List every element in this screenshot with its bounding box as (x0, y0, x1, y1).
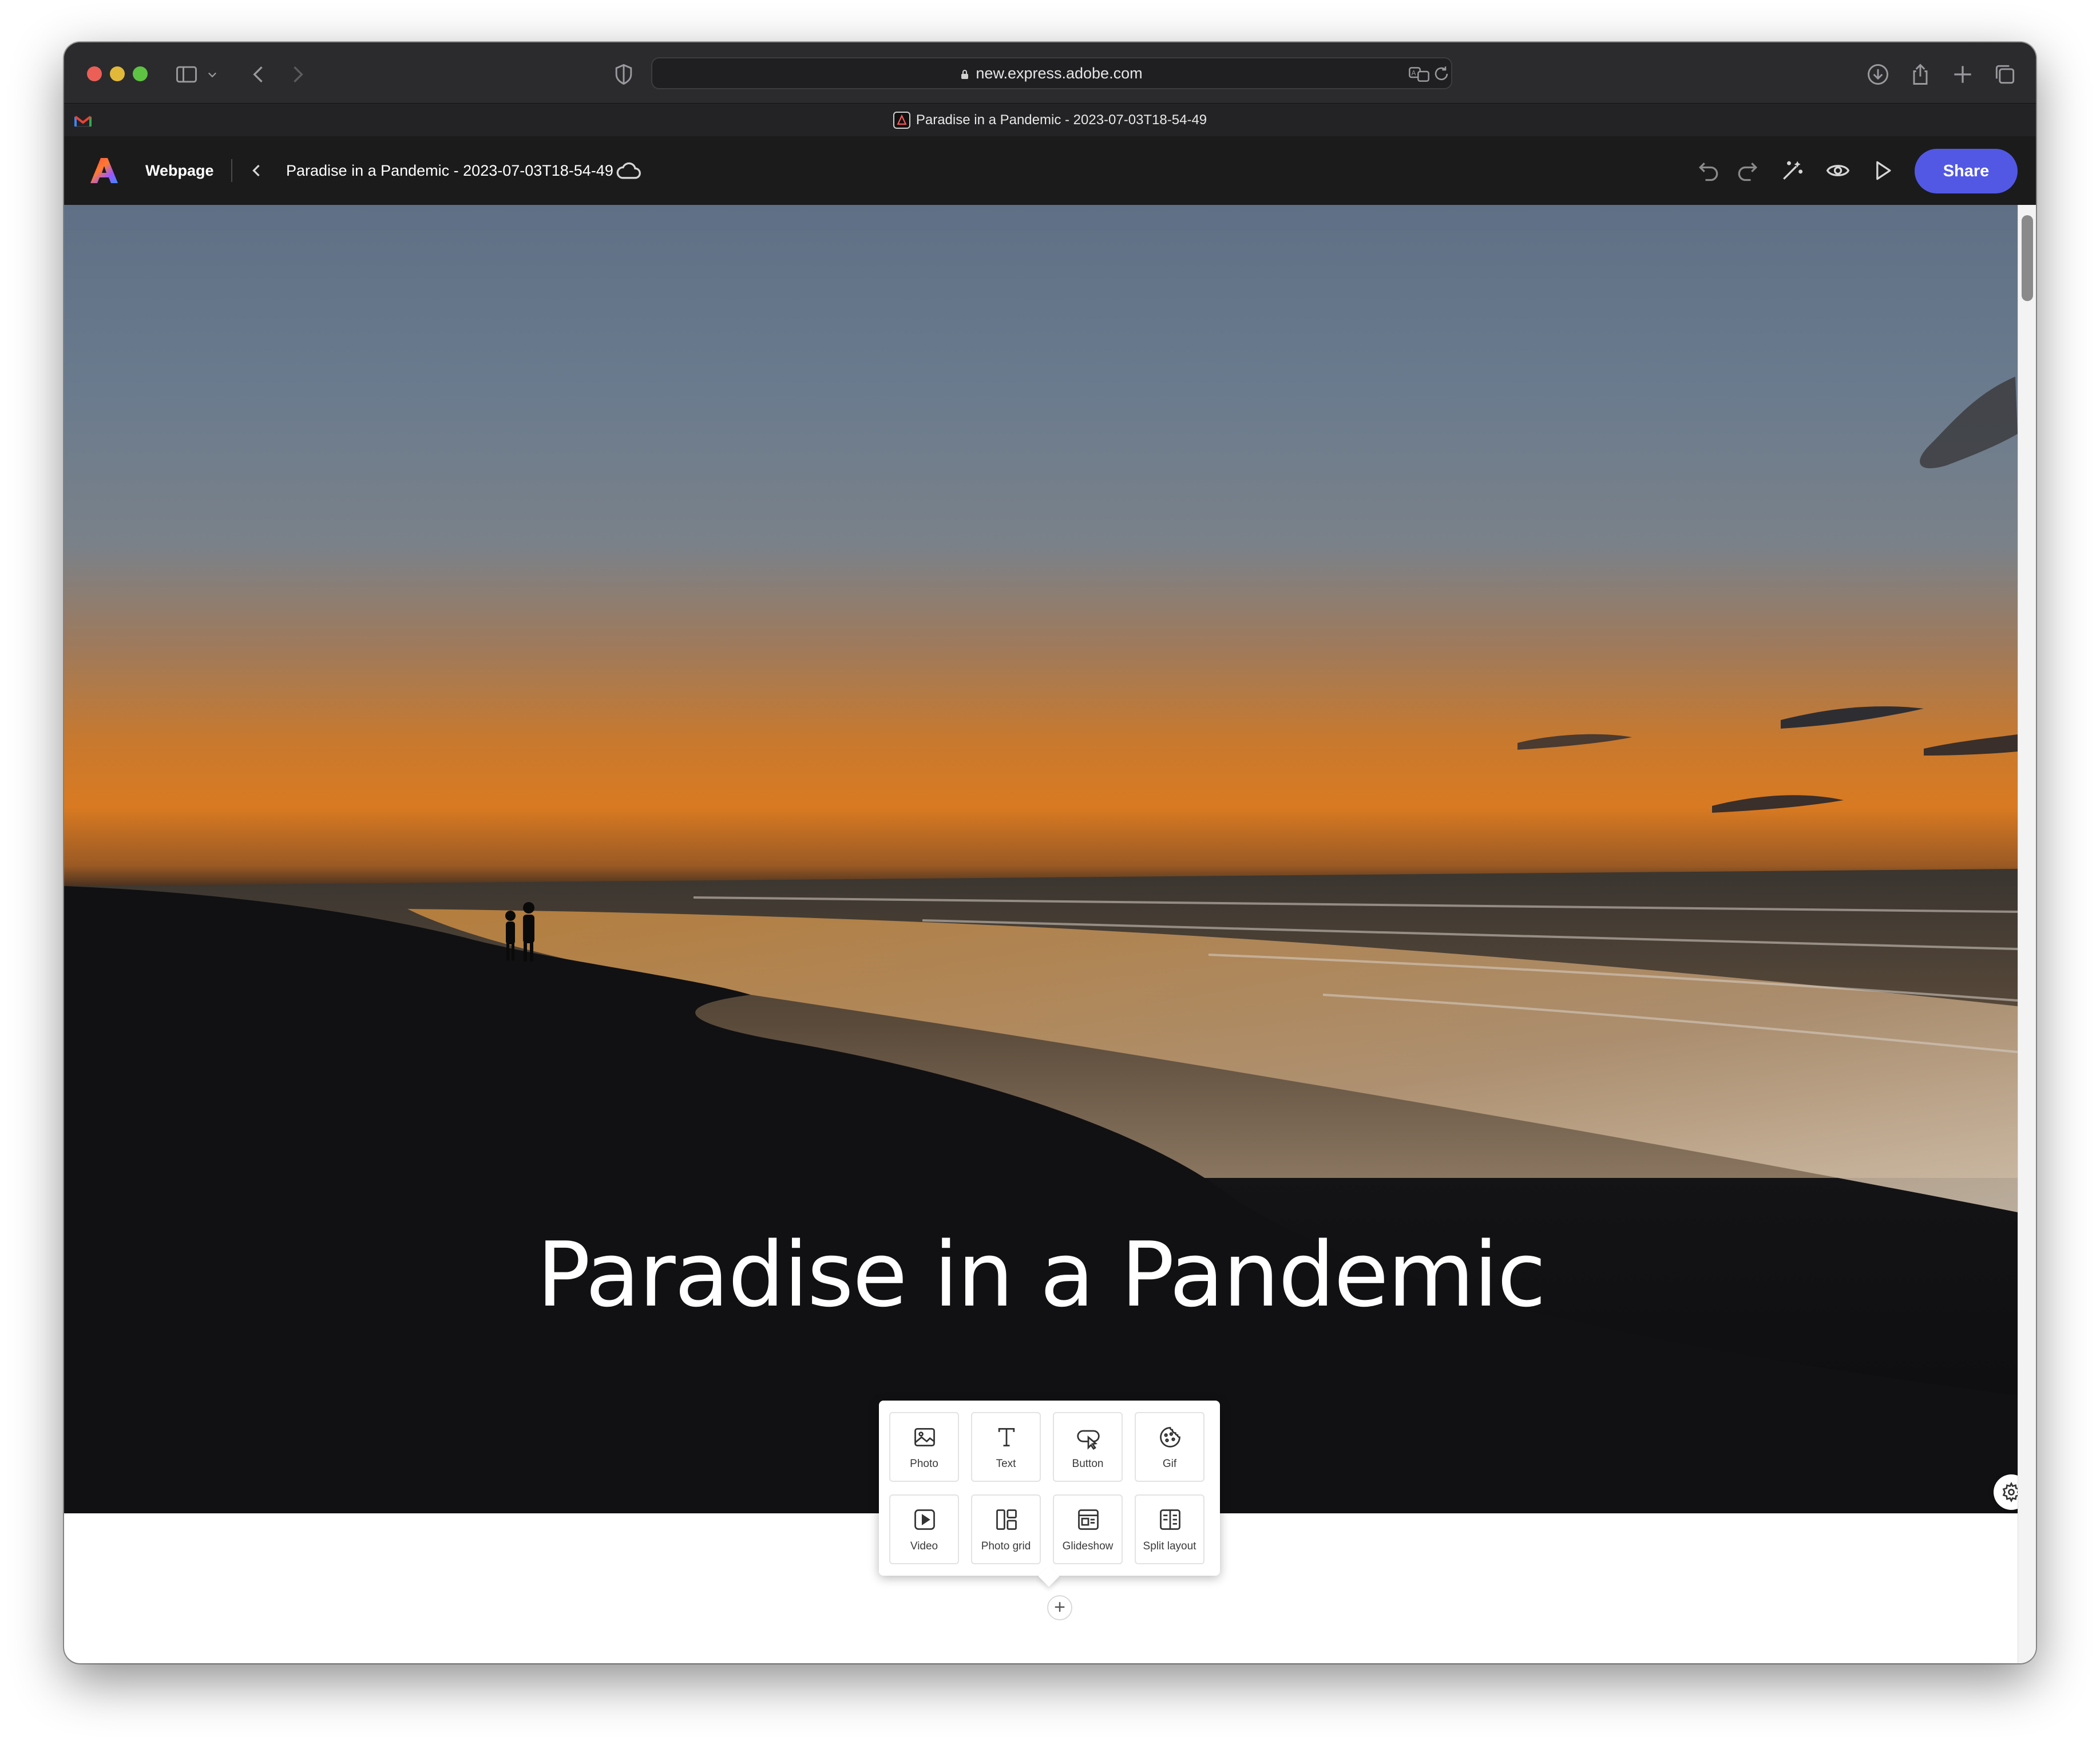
add-block-button[interactable]: + (1047, 1595, 1072, 1620)
hero-section[interactable]: Paradise in a Pandemic Figure 8 Island (64, 205, 2018, 1513)
tile-label: Gif (1162, 1458, 1177, 1470)
tile-label: Glideshow (1062, 1540, 1114, 1552)
undo-icon[interactable] (1696, 158, 1721, 183)
insert-photo-button[interactable]: Photo (889, 1412, 959, 1482)
tile-label: Split layout (1143, 1540, 1196, 1552)
tab-title: Paradise in a Pandemic - 2023-07-03T18-5… (916, 112, 1207, 128)
url-text: new.express.adobe.com (976, 65, 1143, 82)
lock-icon (961, 70, 969, 79)
privacy-shield-icon[interactable] (611, 62, 636, 87)
address-bar[interactable]: new.express.adobe.com A (651, 57, 1452, 89)
tile-label: Text (996, 1458, 1016, 1470)
active-tab[interactable]: Paradise in a Pandemic - 2023-07-03T18-5… (64, 104, 2036, 137)
insert-text-button[interactable]: Text (971, 1412, 1041, 1482)
translate-icon[interactable]: A (1408, 63, 1431, 86)
cloud-sync-icon[interactable] (615, 158, 643, 183)
zoom-window-button[interactable] (133, 66, 148, 81)
back-chevron-icon[interactable] (246, 158, 267, 183)
sidebar-toggle-icon[interactable] (174, 62, 199, 87)
editor-canvas[interactable]: Paradise in a Pandemic Figure 8 Island P… (64, 205, 2036, 1663)
hero-title[interactable]: Paradise in a Pandemic (64, 1217, 2018, 1332)
tab-overview-icon[interactable] (1992, 62, 2018, 87)
preview-eye-icon[interactable] (1825, 158, 1851, 183)
chevron-down-icon[interactable] (204, 62, 221, 87)
split-layout-icon (1160, 1509, 1180, 1530)
browser-toolbar: new.express.adobe.com A (64, 42, 2036, 103)
image-icon (914, 1427, 935, 1447)
forward-icon[interactable] (285, 62, 310, 87)
photo-grid-icon (996, 1509, 1017, 1530)
header-divider (231, 159, 232, 182)
insert-gif-button[interactable]: Gif (1135, 1412, 1204, 1482)
button-click-icon (1077, 1430, 1100, 1450)
present-play-icon[interactable] (1870, 158, 1895, 183)
reload-icon[interactable] (1432, 64, 1451, 84)
minimize-window-button[interactable] (110, 66, 125, 81)
vertical-scrollbar[interactable] (2018, 205, 2036, 1663)
new-tab-icon[interactable] (1950, 62, 1975, 87)
insert-video-button[interactable]: Video (889, 1494, 959, 1564)
adobe-express-favicon-icon (893, 112, 910, 129)
tab-bar: Paradise in a Pandemic - 2023-07-03T18-5… (64, 103, 2036, 137)
redo-icon[interactable] (1735, 158, 1760, 183)
share-sheet-icon[interactable] (1908, 62, 1933, 87)
adobe-express-logo-icon[interactable] (89, 157, 119, 184)
downloads-icon[interactable] (1865, 62, 1891, 87)
close-window-button[interactable] (87, 66, 102, 81)
insert-split-layout-button[interactable]: Split layout (1135, 1494, 1204, 1564)
gif-sticker-icon (1160, 1427, 1180, 1448)
document-title[interactable]: Paradise in a Pandemic - 2023-07-03T18-5… (286, 136, 613, 205)
insert-block-menu: Photo Text Button Gif Video Photo grid G… (879, 1401, 1220, 1576)
tile-label: Photo (910, 1458, 938, 1470)
video-play-icon (914, 1509, 935, 1530)
app-name[interactable]: Webpage (145, 136, 214, 205)
insert-photo-grid-button[interactable]: Photo grid (971, 1494, 1041, 1564)
back-icon[interactable] (246, 62, 271, 87)
glideshow-icon (1078, 1509, 1099, 1530)
tile-label: Video (910, 1540, 938, 1552)
svg-text:A: A (1412, 70, 1416, 77)
insert-button-button[interactable]: Button (1053, 1412, 1123, 1482)
app-header: Webpage Paradise in a Pandemic - 2023-07… (64, 136, 2036, 205)
insert-glideshow-button[interactable]: Glideshow (1053, 1494, 1123, 1564)
scrollbar-thumb[interactable] (2022, 215, 2033, 301)
browser-window: new.express.adobe.com A Paradise in a Pa… (64, 42, 2036, 1663)
text-icon (998, 1427, 1015, 1447)
magic-wand-icon[interactable] (1780, 158, 1805, 183)
tile-label: Button (1072, 1458, 1104, 1470)
share-button[interactable]: Share (1915, 149, 2018, 193)
tile-label: Photo grid (981, 1540, 1031, 1552)
